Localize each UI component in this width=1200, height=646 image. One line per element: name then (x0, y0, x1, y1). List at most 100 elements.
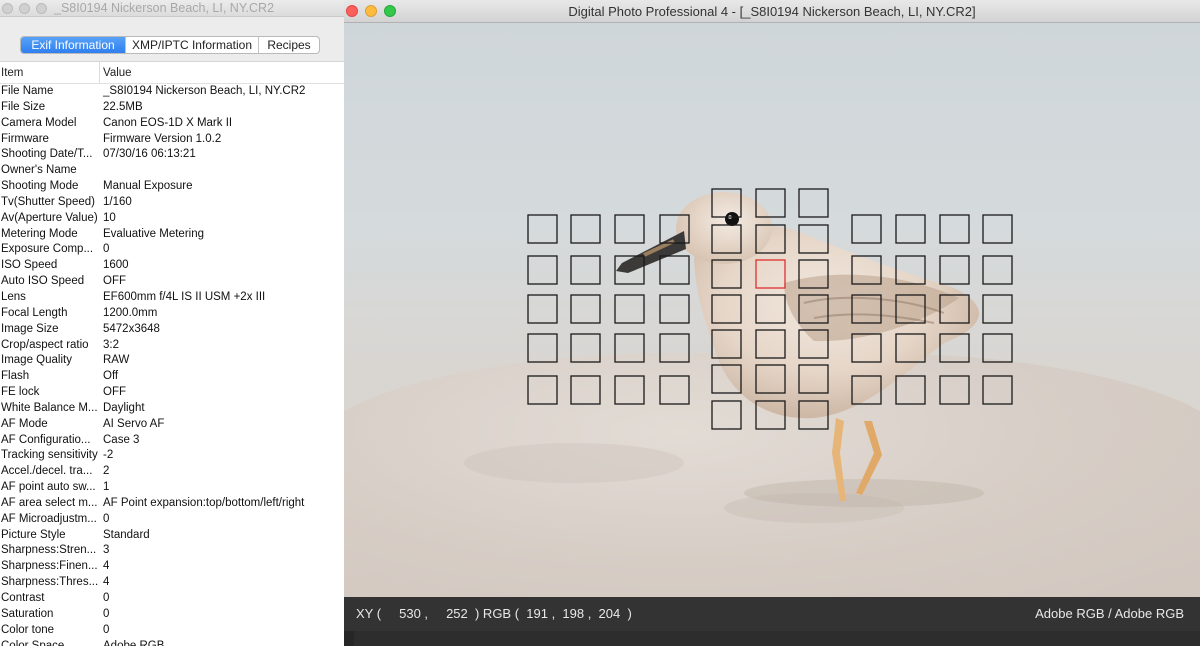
row-item: Crop/aspect ratio (1, 338, 89, 351)
af-point (614, 333, 645, 363)
table-row[interactable]: Tv(Shutter Speed) 1/160 (0, 195, 344, 211)
af-point-grid (527, 188, 1013, 430)
row-item: Av(Aperture Value) (1, 211, 98, 224)
row-value: 1600 (103, 259, 129, 272)
table-row[interactable]: Contrast 0 (0, 591, 344, 607)
af-point (711, 364, 742, 394)
table-row[interactable]: Exposure Comp... 0 (0, 242, 344, 258)
row-item: Sharpness:Thres... (1, 576, 99, 589)
af-point (982, 214, 1013, 244)
column-header-value[interactable]: Value (100, 62, 132, 83)
minimize-button[interactable] (19, 3, 30, 14)
table-header: Item Value (0, 62, 344, 84)
info-tabs: Exif Information XMP/IPTC Information Re… (20, 36, 320, 54)
row-value: OFF (103, 386, 126, 399)
af-point (755, 224, 786, 254)
table-row[interactable]: ISO Speed 1600 (0, 258, 344, 274)
row-item: Tracking sensitivity (1, 449, 98, 462)
table-row[interactable]: AF Mode AI Servo AF (0, 417, 344, 433)
af-point (939, 294, 970, 324)
af-point (798, 400, 829, 430)
table-row[interactable]: Shooting Mode Manual Exposure (0, 179, 344, 195)
table-row[interactable]: Image Quality RAW (0, 353, 344, 369)
row-item: Contrast (1, 592, 45, 604)
table-row[interactable]: File Size 22.5MB (0, 100, 344, 116)
table-row[interactable]: Accel./decel. tra... 2 (0, 464, 344, 480)
af-point (851, 375, 882, 405)
column-header-item[interactable]: Item (0, 62, 100, 83)
table-row[interactable]: Color Space Adobe RGB (0, 639, 344, 646)
table-row[interactable]: Owner's Name (0, 163, 344, 179)
af-point (798, 259, 829, 289)
row-item: Saturation (1, 607, 54, 620)
main-titlebar[interactable]: Digital Photo Professional 4 - [_S8I0194… (344, 0, 1200, 23)
row-item: Auto ISO Speed (1, 275, 85, 288)
table-row[interactable]: Crop/aspect ratio 3:2 (0, 338, 344, 354)
af-point (755, 364, 786, 394)
row-value: Evaluative Metering (103, 227, 204, 240)
table-row[interactable]: Focal Length 1200.0mm (0, 306, 344, 322)
photo-viewer[interactable] (344, 23, 1200, 597)
xy-rgb-readout: XY ( 530 , 252 ) RGB ( 191 , 198 , 204 ) (356, 606, 632, 621)
row-item: AF Microadjustm... (1, 512, 97, 525)
af-point (527, 333, 558, 363)
table-row[interactable]: Lens EF600mm f/4L IS II USM +2x III (0, 290, 344, 306)
tab-recipes[interactable]: Recipes (258, 37, 319, 53)
table-row[interactable]: File Name _S8I0194 Nickerson Beach, LI, N… (0, 84, 344, 100)
row-value: 0 (103, 607, 110, 620)
row-value: 10 (103, 211, 116, 224)
table-row[interactable]: FE lock OFF (0, 385, 344, 401)
table-row[interactable]: AF Configuratio... Case 3 (0, 433, 344, 449)
row-item: Tv(Shutter Speed) (1, 195, 95, 208)
table-row[interactable]: Picture Style Standard (0, 528, 344, 544)
row-value: 1/160 (103, 195, 132, 208)
row-item: File Size (1, 100, 46, 113)
info-titlebar[interactable]: _S8I0194 Nickerson Beach, LI, NY.CR2 (0, 0, 344, 17)
table-row[interactable]: Sharpness:Finen... 4 (0, 559, 344, 575)
row-value: -2 (103, 449, 114, 462)
af-point (895, 214, 926, 244)
exif-table: File Name _S8I0194 Nickerson Beach, LI, N… (0, 84, 344, 646)
table-row[interactable]: Auto ISO Speed OFF (0, 274, 344, 290)
row-value: Manual Exposure (103, 180, 193, 193)
af-point (614, 255, 645, 285)
af-point (570, 255, 601, 285)
af-point (939, 333, 970, 363)
row-item: Metering Mode (1, 227, 78, 240)
row-value: 3 (103, 544, 110, 557)
table-row[interactable]: Firmware Firmware Version 1.0.2 (0, 132, 344, 148)
row-value: 3:2 (103, 338, 119, 351)
tab-exif-information[interactable]: Exif Information (21, 37, 125, 53)
close-button[interactable] (2, 3, 13, 14)
af-point (570, 294, 601, 324)
table-row[interactable]: Color tone 0 (0, 623, 344, 639)
row-value: 0 (103, 592, 110, 604)
table-row[interactable]: Flash Off (0, 369, 344, 385)
table-row[interactable]: Image Size 5472x3648 (0, 322, 344, 338)
table-row[interactable]: Av(Aperture Value) 10 (0, 211, 344, 227)
row-item: Accel./decel. tra... (1, 465, 93, 478)
table-row[interactable]: Saturation 0 (0, 607, 344, 623)
af-point (659, 214, 690, 244)
table-row[interactable]: AF point auto sw... 1 (0, 480, 344, 496)
table-row[interactable]: Metering Mode Evaluative Metering (0, 227, 344, 243)
table-row[interactable]: Tracking sensitivity -2 (0, 448, 344, 464)
main-window-title: Digital Photo Professional 4 - [_S8I0194… (568, 4, 976, 19)
row-value: _S8I0194 Nickerson Beach, LI, NY.CR2 (103, 85, 306, 97)
table-row[interactable]: Sharpness:Thres... 4 (0, 575, 344, 591)
row-value: 07/30/16 06:13:21 (103, 148, 196, 161)
zoom-button[interactable] (36, 3, 47, 14)
table-row[interactable]: Shooting Date/T... 07/30/16 06:13:21 (0, 147, 344, 163)
table-row[interactable]: AF Microadjustm... 0 (0, 512, 344, 528)
af-point (527, 255, 558, 285)
af-point (755, 329, 786, 359)
table-row[interactable]: White Balance M... Daylight (0, 401, 344, 417)
table-row[interactable]: Camera Model Canon EOS-1D X Mark II (0, 116, 344, 132)
table-row[interactable]: AF area select m... AF Point expansion:to… (0, 496, 344, 512)
af-point (982, 333, 1013, 363)
row-value: RAW (103, 354, 130, 367)
af-point (798, 294, 829, 324)
table-row[interactable]: Sharpness:Stren... 3 (0, 543, 344, 559)
tab-xmp-iptc-information[interactable]: XMP/IPTC Information (125, 37, 258, 53)
af-point (798, 188, 829, 218)
